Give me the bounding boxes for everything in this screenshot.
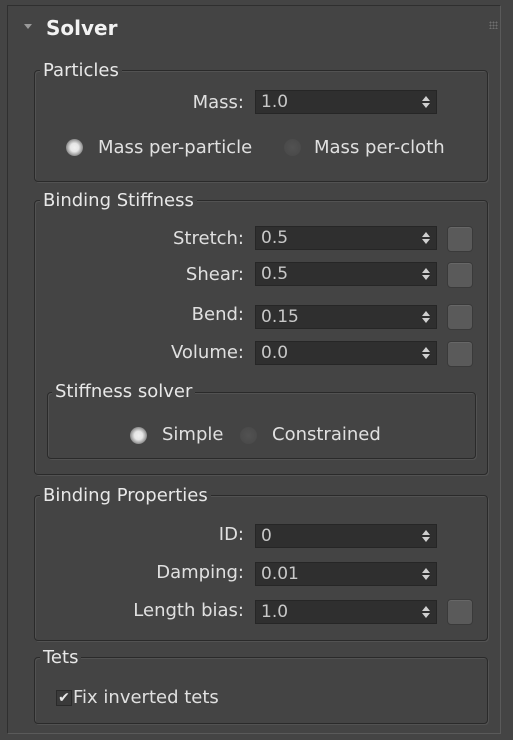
length-bias-value: 1.0	[261, 602, 289, 622]
particles-group	[34, 70, 488, 182]
mass-per-particle-label[interactable]: Mass per-particle	[98, 137, 252, 159]
mass-label: Mass:	[192, 92, 244, 113]
shear-spinner[interactable]: 0.5	[255, 262, 437, 286]
length-bias-spinner[interactable]: 1.0	[255, 600, 437, 624]
stretch-value: 0.5	[261, 228, 289, 248]
spinner-arrows-icon[interactable]	[422, 230, 430, 246]
binding-stiffness-group-title: Binding Stiffness	[40, 190, 197, 212]
damping-label: Damping:	[156, 562, 244, 583]
binding-properties-group-title: Binding Properties	[40, 485, 211, 507]
stiffness-solver-group-title: Stiffness solver	[52, 381, 196, 403]
simple-solver-radio[interactable]	[130, 427, 147, 444]
stretch-label: Stretch:	[173, 228, 244, 249]
volume-spinner[interactable]: 0.0	[255, 341, 437, 365]
shear-map-button[interactable]	[447, 262, 473, 288]
volume-value: 0.0	[261, 343, 289, 363]
damping-value: 0.01	[261, 564, 299, 584]
particles-group-title: Particles	[40, 60, 122, 82]
length-bias-map-button[interactable]	[447, 599, 473, 625]
stretch-map-button[interactable]	[447, 226, 473, 252]
id-value: 0	[261, 526, 272, 546]
spinner-arrows-icon[interactable]	[422, 566, 430, 582]
bend-spinner[interactable]: 0.15	[255, 305, 437, 329]
constrained-solver-label[interactable]: Constrained	[272, 424, 381, 446]
spinner-arrows-icon[interactable]	[422, 528, 430, 544]
spinner-arrows-icon[interactable]	[422, 345, 430, 361]
stretch-spinner[interactable]: 0.5	[255, 226, 437, 250]
simple-solver-label[interactable]: Simple	[162, 424, 223, 446]
id-label: ID:	[218, 524, 244, 545]
constrained-solver-radio[interactable]	[240, 427, 257, 444]
damping-spinner[interactable]: 0.01	[255, 562, 437, 586]
collapse-arrow-icon[interactable]	[24, 24, 32, 29]
mass-per-cloth-radio[interactable]	[284, 139, 301, 156]
spinner-arrows-icon[interactable]	[422, 604, 430, 620]
rollout-title[interactable]: Solver	[46, 16, 117, 40]
mass-per-particle-radio[interactable]	[66, 139, 83, 156]
volume-map-button[interactable]	[447, 341, 473, 367]
mass-per-cloth-label[interactable]: Mass per-cloth	[314, 137, 445, 159]
shear-label: Shear:	[185, 264, 244, 285]
spinner-arrows-icon[interactable]	[422, 94, 430, 110]
fix-inverted-tets-label[interactable]: Fix inverted tets	[73, 687, 219, 709]
bend-value: 0.15	[261, 307, 299, 327]
tets-group-title: Tets	[40, 647, 82, 669]
id-spinner[interactable]: 0	[255, 524, 437, 548]
spinner-arrows-icon[interactable]	[422, 309, 430, 325]
shear-value: 0.5	[261, 264, 289, 284]
bend-label: Bend:	[191, 304, 244, 325]
volume-label: Volume:	[170, 342, 244, 363]
length-bias-label: Length bias:	[133, 600, 244, 621]
bend-map-button[interactable]	[447, 304, 473, 330]
fix-inverted-tets-checkbox[interactable]: ✔	[56, 690, 72, 706]
mass-spinner[interactable]: 1.0	[255, 90, 437, 114]
spinner-arrows-icon[interactable]	[422, 266, 430, 282]
drag-grip-icon[interactable]	[489, 21, 498, 29]
check-mark-icon: ✔	[58, 690, 70, 706]
mass-value: 1.0	[261, 92, 289, 112]
